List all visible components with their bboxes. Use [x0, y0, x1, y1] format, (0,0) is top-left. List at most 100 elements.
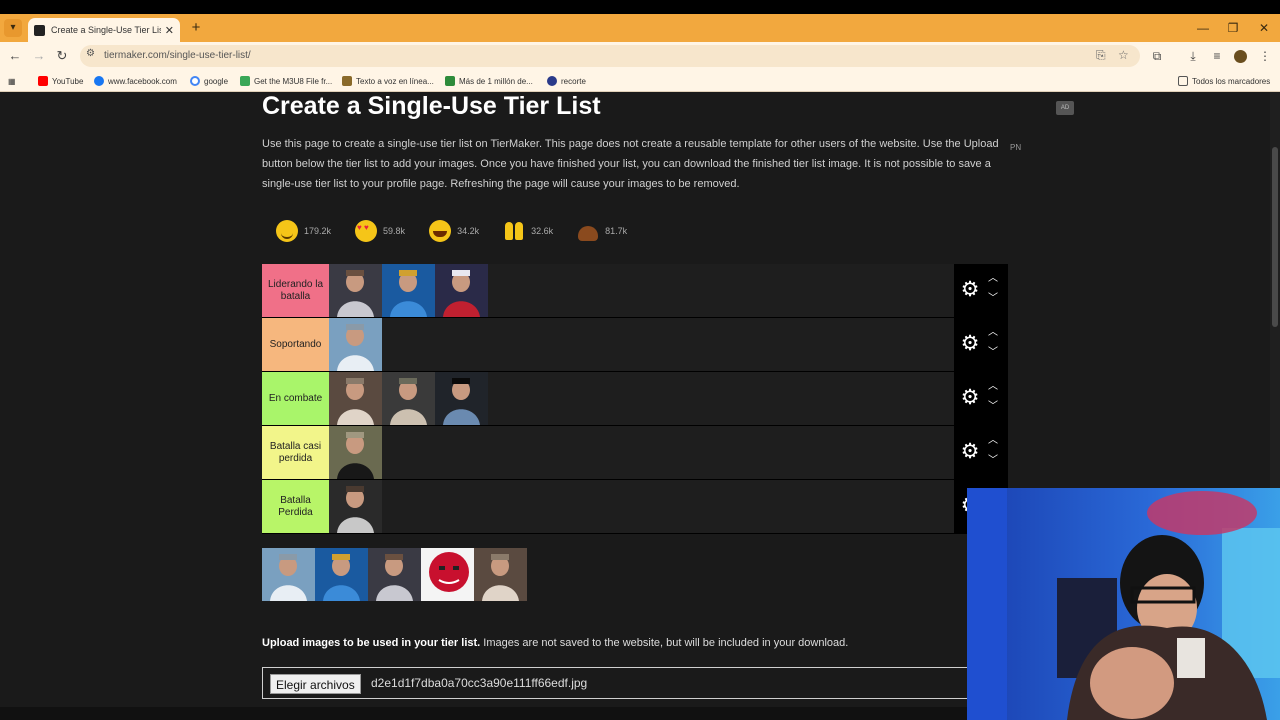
move-up-chevron-icon[interactable]: ︿	[985, 434, 1001, 448]
address-bar[interactable]: ⚙ tiermaker.com/single-use-tier-list/ ⎘ …	[80, 45, 1140, 67]
tier-item-image[interactable]	[329, 264, 382, 317]
scrollbar-thumb[interactable]	[1272, 147, 1278, 327]
reload-icon[interactable]: ↻	[52, 46, 72, 66]
bookmark-label: Texto a voz en línea...	[356, 76, 434, 86]
all-bookmarks[interactable]: Todos los marcadores	[1178, 74, 1270, 88]
close-tab-icon[interactable]: ✕	[165, 24, 174, 37]
site-info-icon[interactable]: ⚙	[86, 48, 95, 59]
tier-controls: ⚙ ︿ ﹀	[954, 264, 1008, 317]
download-icon[interactable]: ⤓	[1183, 46, 1203, 66]
bottom-bar	[0, 707, 967, 720]
reaction-laugh[interactable]: 34.2k	[429, 220, 479, 242]
tiermaker-favicon-icon	[34, 24, 45, 36]
ad-badge[interactable]: AD	[1056, 101, 1074, 115]
tier-label[interactable]: Batalla Perdida	[262, 480, 329, 533]
profile-avatar[interactable]	[1234, 50, 1247, 63]
folder-icon	[1178, 76, 1188, 86]
bookmark-youtube[interactable]: YouTube	[38, 74, 83, 88]
smile-icon	[276, 220, 298, 242]
photo-image	[435, 264, 488, 317]
tab-search-icon[interactable]: ▾	[4, 19, 22, 37]
millon-icon	[445, 76, 455, 86]
tier-label[interactable]: Soportando	[262, 318, 329, 371]
photo-image	[329, 426, 382, 479]
tier-settings-gear-icon[interactable]: ⚙	[959, 333, 981, 355]
youtube-icon	[38, 76, 48, 86]
close-window-icon[interactable]: ✕	[1249, 18, 1279, 38]
file-input[interactable]: Elegir archivos d2e1d1f7dba0a70cc3a90e11…	[262, 667, 982, 699]
tier-items-area[interactable]	[329, 426, 954, 479]
tier-label[interactable]: En combate	[262, 372, 329, 425]
bookmark-recorte[interactable]: recorte	[547, 74, 586, 88]
apps-icon[interactable]: ▦	[8, 74, 16, 88]
pool-item-image[interactable]	[368, 548, 421, 601]
photo-image	[329, 372, 382, 425]
back-icon[interactable]: ←	[5, 46, 25, 66]
tab-strip: ▾ Create a Single-Use Tier List (Fi ✕ + …	[0, 14, 1280, 42]
tier-item-image[interactable]	[329, 426, 382, 479]
tier-items-area[interactable]	[329, 264, 954, 317]
translate-icon[interactable]: ⎘	[1096, 48, 1106, 63]
url-text: tiermaker.com/single-use-tier-list/	[104, 50, 251, 61]
reaction-heart-eyes[interactable]: 59.8k	[355, 220, 405, 242]
bookmark-m3u8[interactable]: Get the M3U8 File fr...	[240, 74, 332, 88]
tier-items-area[interactable]	[329, 318, 954, 371]
tier-settings-gear-icon[interactable]: ⚙	[959, 387, 981, 409]
tier-item-image[interactable]	[435, 264, 488, 317]
selected-file-name: d2e1d1f7dba0a70cc3a90e111ff66edf.jpg	[371, 676, 588, 690]
bookmark-tts[interactable]: Texto a voz en línea...	[342, 74, 434, 88]
tier-item-image[interactable]	[382, 372, 435, 425]
bookmark-star-icon[interactable]: ☆	[1118, 48, 1129, 62]
new-tab-icon[interactable]: +	[187, 18, 205, 38]
pool-item-image[interactable]	[315, 548, 368, 601]
move-down-chevron-icon[interactable]: ﹀	[985, 346, 1001, 360]
move-up-chevron-icon[interactable]: ︿	[985, 380, 1001, 394]
reaction-raised-hands[interactable]: 32.6k	[503, 220, 553, 242]
tier-item-image[interactable]	[329, 372, 382, 425]
reading-list-icon[interactable]: ≡	[1207, 46, 1227, 66]
reaction-poop[interactable]: 81.7k	[577, 220, 627, 242]
move-down-chevron-icon[interactable]: ﹀	[985, 454, 1001, 468]
tier-items-area[interactable]	[329, 480, 954, 533]
reaction-count: 179.2k	[304, 226, 332, 236]
move-up-chevron-icon[interactable]: ︿	[985, 272, 1001, 286]
tier-items-area[interactable]	[329, 372, 954, 425]
poop-icon	[577, 220, 599, 242]
page-description: Use this page to create a single-use tie…	[262, 138, 999, 190]
forward-icon[interactable]: →	[29, 46, 49, 66]
reactions-bar: 179.2k 59.8k 34.2k 32.6k 81.7k	[276, 220, 651, 242]
choose-files-button[interactable]: Elegir archivos	[270, 674, 361, 694]
tier-label[interactable]: Liderando la batalla	[262, 264, 329, 317]
bookmark-label: recorte	[561, 76, 586, 86]
bookmark-facebook[interactable]: www.facebook.com	[94, 74, 177, 88]
pool-item-image[interactable]	[262, 548, 315, 601]
reaction-smile[interactable]: 179.2k	[276, 220, 331, 242]
pool-item-image[interactable]	[421, 548, 474, 601]
pool-item-image[interactable]	[474, 548, 527, 601]
photo-image	[329, 264, 382, 317]
bookmark-millon[interactable]: Más de 1 millón de...	[445, 74, 533, 88]
reaction-count: 81.7k	[605, 226, 628, 236]
browser-tab[interactable]: Create a Single-Use Tier List (Fi ✕	[28, 18, 180, 42]
move-up-chevron-icon[interactable]: ︿	[985, 326, 1001, 340]
tier-item-image[interactable]	[382, 264, 435, 317]
tier-item-image[interactable]	[329, 480, 382, 533]
more-menu-icon[interactable]: ⋮	[1255, 46, 1275, 66]
bookmark-google[interactable]: google	[190, 74, 228, 88]
upload-note: Images are not saved to the website, but…	[483, 637, 849, 649]
tier-label[interactable]: Batalla casi perdida	[262, 426, 329, 479]
move-down-chevron-icon[interactable]: ﹀	[985, 292, 1001, 306]
tier-settings-gear-icon[interactable]: ⚙	[959, 441, 981, 463]
extensions-icon[interactable]: ⧉	[1147, 46, 1167, 66]
bookmark-label: google	[204, 76, 229, 86]
google-icon	[190, 76, 200, 86]
tier-item-image[interactable]	[435, 372, 488, 425]
bookmark-label: Más de 1 millón de...	[459, 76, 533, 86]
photo-image	[382, 372, 435, 425]
tier-settings-gear-icon[interactable]: ⚙	[959, 279, 981, 301]
tier-item-image[interactable]	[329, 318, 382, 371]
move-down-chevron-icon[interactable]: ﹀	[985, 400, 1001, 414]
minimize-icon[interactable]: —	[1188, 18, 1218, 38]
restore-icon[interactable]: ❐	[1218, 18, 1248, 38]
tier-controls: ⚙ ︿ ﹀	[954, 426, 1008, 479]
